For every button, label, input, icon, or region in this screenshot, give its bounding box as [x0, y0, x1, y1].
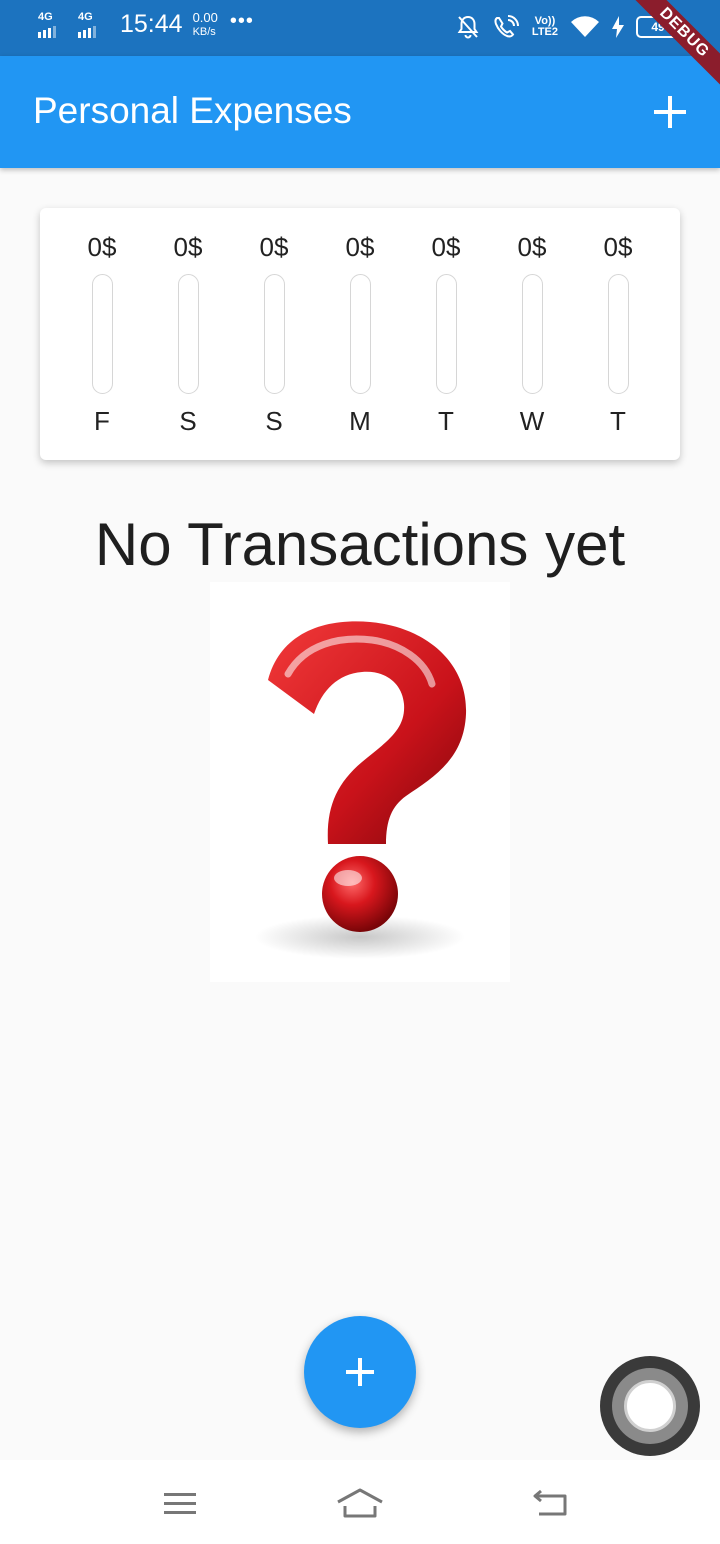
- bar-day-label: M: [349, 406, 371, 436]
- chart-bar-column: 0$ W: [492, 208, 572, 460]
- chart-bar-column: 0$ F: [62, 208, 142, 460]
- network-speed-unit: KB/s: [192, 25, 216, 38]
- plus-icon: [346, 1358, 374, 1386]
- bar-amount-label: 0$: [517, 232, 547, 262]
- app-bar: Personal Expenses: [0, 56, 720, 168]
- network-speed: 0.00 KB/s: [192, 9, 218, 39]
- bar-track: [92, 274, 113, 394]
- bar-track: [436, 274, 457, 394]
- assistive-touch-center: [624, 1380, 676, 1432]
- bar-amount-label: 0$: [603, 232, 633, 262]
- question-mark-icon: [255, 621, 467, 959]
- empty-state-title: No Transactions yet: [94, 511, 626, 578]
- bar-amount-label: 0$: [87, 232, 117, 262]
- bar-day-label: S: [179, 406, 197, 436]
- bar-track: [350, 274, 371, 394]
- question-mark-image: [210, 582, 510, 982]
- wifi-calling-icon: [494, 15, 519, 38]
- chart-bar-column: 0$ S: [234, 208, 314, 460]
- charging-bolt-icon: [612, 16, 624, 38]
- bar-day-label: W: [519, 406, 545, 436]
- bar-track: [178, 274, 199, 394]
- clock: 15:44: [120, 10, 183, 38]
- sim1-network-label: 4G: [38, 10, 53, 23]
- mute-bell-icon: [457, 15, 479, 39]
- bar-track: [264, 274, 285, 394]
- volte-indicator: Vo)) LTE2: [532, 16, 558, 38]
- app-screen: 4G 4G 15:44 0.00 KB/s ••• Vo)) LTE2 49 D…: [0, 0, 720, 1544]
- sim1-signal-icon: 4G: [38, 10, 72, 38]
- status-bar-right: Vo)) LTE2 49: [456, 14, 683, 40]
- page-title: Personal Expenses: [33, 90, 352, 131]
- bar-amount-label: 0$: [431, 232, 461, 262]
- add-transaction-button[interactable]: [648, 90, 692, 134]
- bar-day-label: T: [610, 406, 626, 436]
- bar-amount-label: 0$: [173, 232, 203, 262]
- bar-amount-label: 0$: [345, 232, 375, 262]
- assistive-touch-button[interactable]: [600, 1356, 700, 1456]
- chart-bar-column: 0$ T: [406, 208, 486, 460]
- bar-day-label: F: [94, 406, 110, 436]
- more-notifications-icon: •••: [229, 10, 254, 32]
- sim2-signal-icon: 4G: [78, 10, 112, 38]
- status-bar: 4G 4G 15:44 0.00 KB/s ••• Vo)) LTE2 49 D…: [0, 0, 720, 91]
- system-navigation-bar: [0, 1460, 720, 1544]
- network-speed-value: 0.00: [192, 9, 218, 25]
- wifi-icon: [571, 16, 599, 37]
- bar-track: [608, 274, 629, 394]
- bar-day-label: S: [265, 406, 283, 436]
- home-icon[interactable]: [335, 1484, 385, 1524]
- sim2-network-label: 4G: [78, 10, 93, 23]
- menu-icon[interactable]: [155, 1484, 205, 1524]
- add-transaction-fab[interactable]: [304, 1316, 416, 1428]
- volte-bottom-label: LTE2: [531, 26, 558, 38]
- bar-amount-label: 0$: [259, 232, 289, 262]
- bar-day-label: T: [438, 406, 454, 436]
- weekly-chart-card: 0$ F 0$ S 0$ S 0$ M 0$ T 0$ W 0$ T: [40, 208, 680, 460]
- chart-bar-column: 0$ T: [578, 208, 658, 460]
- bar-track: [522, 274, 543, 394]
- chart-bar-column: 0$ M: [320, 208, 400, 460]
- chart-bar-column: 0$ S: [148, 208, 228, 460]
- back-icon[interactable]: [525, 1484, 575, 1524]
- plus-icon: [654, 96, 686, 128]
- status-bar-left: 4G 4G 15:44 0.00 KB/s •••: [38, 10, 254, 39]
